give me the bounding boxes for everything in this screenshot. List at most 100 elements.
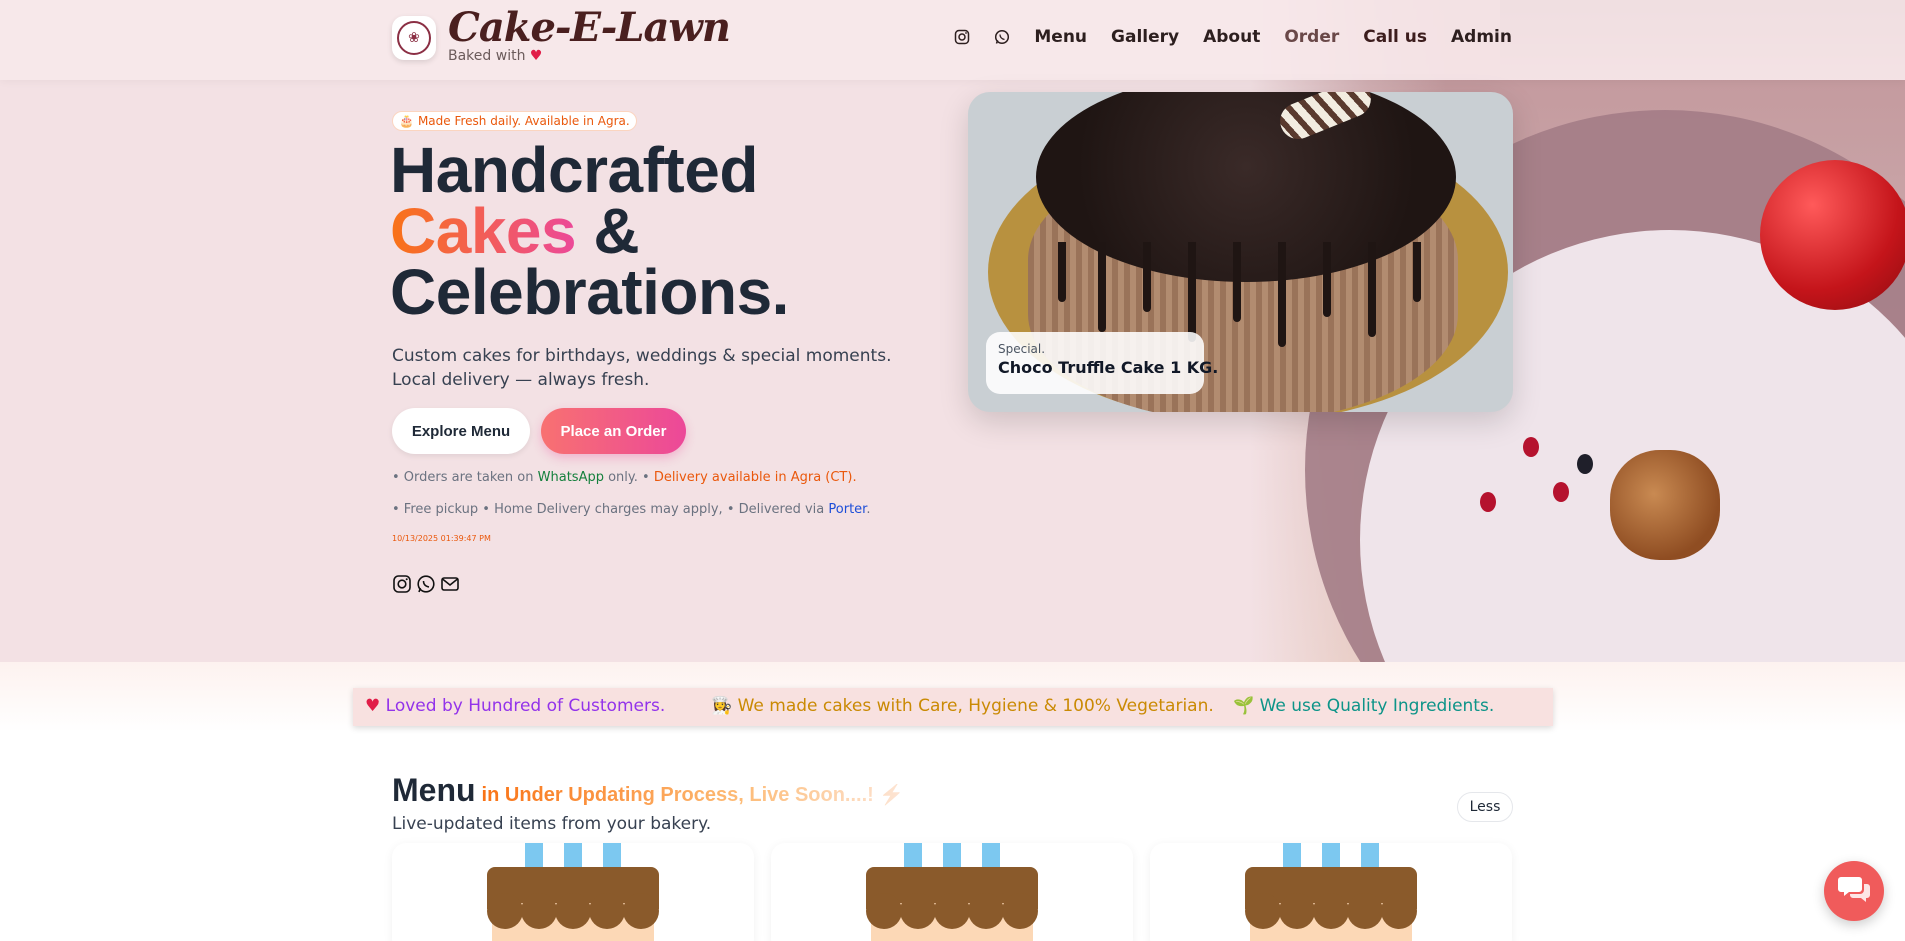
menu-subtitle: Live-updated items from your bakery. bbox=[392, 814, 712, 834]
berry-image bbox=[1480, 492, 1496, 512]
berry-image bbox=[1553, 482, 1569, 502]
site-header: ❀ Cake-E-Lawn Baked with ♥ Menu Gallery … bbox=[0, 0, 1905, 80]
delivery-info-prefix: • Free pickup • Home Delivery charges ma… bbox=[392, 502, 829, 517]
scallop bbox=[555, 893, 591, 929]
candle bbox=[564, 843, 582, 869]
order-note: • Orders are taken on WhatsApp only. • D… bbox=[392, 470, 857, 485]
scallop bbox=[968, 893, 1004, 929]
baker-icon: 👩‍🍳 bbox=[711, 696, 733, 716]
menu-status: in Under Updating Process, Live Soon....… bbox=[481, 784, 905, 806]
candle bbox=[603, 843, 621, 869]
hero-lead: Custom cakes for birthdays, weddings & s… bbox=[392, 346, 892, 390]
scallop bbox=[1347, 893, 1383, 929]
highlight-quality: 🌱 We use Quality Ingredients. bbox=[1233, 696, 1494, 716]
nav-call-us[interactable]: Call us bbox=[1363, 27, 1427, 47]
logo[interactable]: ❀ bbox=[392, 16, 436, 60]
candle bbox=[1361, 843, 1379, 869]
cake-icon: 🎂 bbox=[399, 114, 414, 128]
highlight-customers-text: Loved by Hundred of Customers. bbox=[385, 696, 666, 716]
social-links bbox=[392, 574, 460, 594]
highlight-customers: ♥ Loved by Hundred of Customers. bbox=[365, 696, 665, 716]
place-order-button[interactable]: Place an Order bbox=[541, 408, 686, 454]
drip bbox=[1323, 242, 1331, 317]
drip bbox=[1188, 242, 1196, 342]
scallop bbox=[623, 893, 659, 929]
whatsapp-icon[interactable] bbox=[994, 29, 1010, 45]
featured-kicker: Special. bbox=[998, 342, 1046, 356]
scallop bbox=[1245, 893, 1281, 929]
scallop bbox=[521, 893, 557, 929]
explore-menu-button[interactable]: Explore Menu bbox=[392, 408, 530, 454]
less-toggle-button[interactable]: Less bbox=[1457, 792, 1513, 822]
order-note-prefix: • Orders are taken on bbox=[392, 470, 538, 485]
menu-title: Menu bbox=[392, 772, 476, 808]
walnut-image bbox=[1610, 450, 1720, 560]
instagram-icon[interactable] bbox=[392, 574, 412, 594]
drip bbox=[1143, 242, 1151, 312]
scallop bbox=[1279, 893, 1315, 929]
highlight-quality-text: We use Quality Ingredients. bbox=[1259, 696, 1495, 716]
scallop bbox=[589, 893, 625, 929]
scallop bbox=[934, 893, 970, 929]
cake-logo-icon: ❀ bbox=[397, 21, 431, 55]
scallop bbox=[866, 893, 902, 929]
fresh-badge: 🎂 Made Fresh daily. Available in Agra. bbox=[392, 111, 637, 131]
main-nav: Menu Gallery About Order Call us Admin bbox=[954, 24, 1512, 50]
nav-admin[interactable]: Admin bbox=[1451, 27, 1512, 47]
menu-card[interactable] bbox=[1150, 843, 1512, 941]
sprout-icon: 🌱 bbox=[1233, 696, 1255, 716]
whatsapp-link[interactable]: WhatsApp bbox=[538, 470, 604, 485]
nav-order[interactable]: Order bbox=[1284, 27, 1339, 47]
chat-button[interactable] bbox=[1824, 861, 1884, 921]
highlight-care: 👩‍🍳 We made cakes with Care, Hygiene & 1… bbox=[711, 696, 1214, 716]
drip bbox=[1368, 242, 1376, 337]
candle bbox=[1322, 843, 1340, 869]
candle bbox=[943, 843, 961, 869]
timestamp: 10/13/2025 01:39:47 PM bbox=[392, 534, 491, 543]
drip bbox=[1098, 242, 1106, 332]
nav-menu[interactable]: Menu bbox=[1034, 27, 1087, 47]
fruit-image bbox=[1760, 160, 1905, 310]
candle bbox=[1283, 843, 1301, 869]
heart-icon: ♥ bbox=[529, 48, 543, 64]
scallop bbox=[900, 893, 936, 929]
brand-name[interactable]: Cake-E-Lawn bbox=[448, 4, 731, 51]
featured-cake-card[interactable]: Special. Choco Truffle Cake 1 KG. bbox=[968, 92, 1513, 412]
email-icon[interactable] bbox=[440, 574, 460, 594]
menu-card[interactable] bbox=[392, 843, 754, 941]
berry-image bbox=[1577, 454, 1593, 474]
scallop bbox=[1313, 893, 1349, 929]
tagline-text: Baked with bbox=[448, 48, 526, 64]
delivery-info: • Free pickup • Home Delivery charges ma… bbox=[392, 502, 870, 517]
headline-line-3: Celebrations. bbox=[390, 256, 789, 328]
hero-headline: Handcrafted Cakes & Celebrations. bbox=[390, 134, 789, 328]
menu-card[interactable] bbox=[771, 843, 1133, 941]
chat-icon bbox=[1837, 874, 1871, 908]
scallop bbox=[1381, 893, 1417, 929]
headline-line-2: Cakes & bbox=[390, 199, 789, 263]
instagram-icon[interactable] bbox=[954, 29, 970, 45]
highlight-care-text: We made cakes with Care, Hygiene & 100% … bbox=[737, 696, 1214, 716]
drip bbox=[1278, 242, 1286, 347]
delivery-info-suffix: . bbox=[866, 502, 871, 517]
featured-title: Choco Truffle Cake 1 KG. bbox=[998, 358, 1219, 377]
scallop bbox=[1002, 893, 1038, 929]
order-note-mid: only. • bbox=[603, 470, 654, 485]
berry-image bbox=[1523, 437, 1539, 457]
heart-icon: ♥ bbox=[365, 696, 381, 716]
menu-heading: Menu in Under Updating Process, Live Soon… bbox=[392, 772, 904, 809]
highlights-strip: ♥ Loved by Hundred of Customers. 👩‍🍳 We … bbox=[353, 688, 1553, 726]
nav-gallery[interactable]: Gallery bbox=[1111, 27, 1179, 47]
candle bbox=[982, 843, 1000, 869]
candle bbox=[525, 843, 543, 869]
whatsapp-icon[interactable] bbox=[416, 574, 436, 594]
drip bbox=[1058, 242, 1066, 302]
nav-about[interactable]: About bbox=[1203, 27, 1260, 47]
porter-link[interactable]: Porter bbox=[828, 502, 866, 517]
scallop bbox=[487, 893, 523, 929]
headline-line-1: Handcrafted bbox=[390, 134, 758, 206]
hero-background bbox=[0, 0, 1905, 662]
candle bbox=[904, 843, 922, 869]
drip bbox=[1233, 242, 1241, 322]
delivery-note: Delivery available in Agra (CT). bbox=[653, 470, 857, 485]
